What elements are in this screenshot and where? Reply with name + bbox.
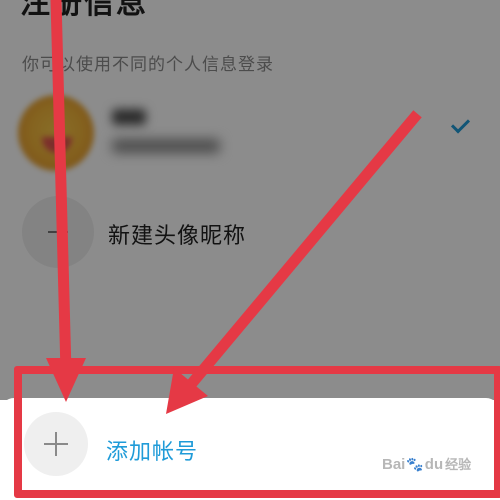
annotation-arrows (46, 0, 422, 414)
watermark-text-a: Bai (382, 456, 406, 473)
arrow-vertical (46, 0, 86, 402)
arrow-diagonal (166, 110, 422, 414)
watermark-text-c: 经验 (445, 457, 472, 472)
watermark-text-b: du (424, 456, 444, 473)
screen: 注册信息 你可以使用不同的个人信息登录 新建头像昵称 添加帐号 Bai🐾du 经… (0, 0, 500, 500)
watermark-logo: Bai🐾du 经验 (382, 454, 471, 473)
paw-icon: 🐾 (406, 456, 424, 472)
